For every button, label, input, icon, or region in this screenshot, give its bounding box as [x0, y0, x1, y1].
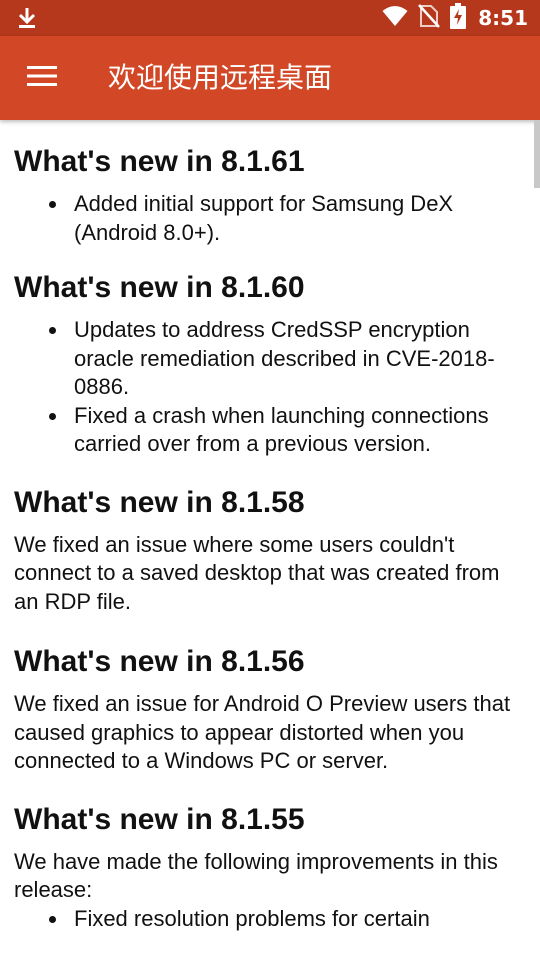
release-notes-list: Fixed resolution problems for certain — [0, 905, 540, 934]
status-time: 8:51 — [478, 6, 528, 30]
release-section: What's new in 8.1.61 Added initial suppo… — [0, 120, 540, 247]
release-notes-list: Updates to address CredSSP encryption or… — [0, 316, 540, 459]
bullet-icon — [49, 201, 56, 208]
release-section: What's new in 8.1.55 We have made the fo… — [0, 776, 540, 934]
release-heading: What's new in 8.1.58 — [14, 485, 305, 519]
app-title: 欢迎使用远程桌面 — [108, 61, 333, 94]
list-item: Added initial support for Samsung DeX (A… — [49, 190, 520, 247]
status-bar: 8:51 — [0, 0, 540, 36]
app-bar: 欢迎使用远程桌面 — [0, 36, 540, 120]
no-sim-icon — [418, 4, 441, 32]
release-heading: What's new in 8.1.60 — [14, 271, 305, 304]
battery-charging-icon — [450, 3, 467, 33]
list-item-text: Added initial support for Samsung DeX (A… — [74, 191, 454, 245]
menu-button[interactable] — [18, 56, 66, 100]
list-item: Fixed a crash when launching connections… — [49, 402, 520, 459]
bullet-icon — [49, 412, 56, 420]
whats-new-content[interactable]: What's new in 8.1.61 Added initial suppo… — [0, 120, 540, 960]
release-heading: What's new in 8.1.61 — [14, 145, 305, 178]
menu-icon — [27, 65, 57, 91]
release-heading: What's new in 8.1.56 — [14, 645, 305, 678]
list-item-text: Fixed resolution problems for certain — [74, 905, 430, 931]
list-item: Fixed resolution problems for certain — [49, 905, 520, 934]
release-notes-list: Added initial support for Samsung DeX (A… — [0, 190, 540, 247]
list-item: Updates to address CredSSP encryption or… — [49, 316, 520, 402]
list-item-text: Fixed a crash when launching connections… — [74, 402, 489, 457]
release-section: What's new in 8.1.60 Updates to address … — [0, 247, 540, 459]
bullet-icon — [49, 327, 56, 334]
release-note-paragraph: We have made the following improvements … — [14, 848, 498, 903]
release-section: What's new in 8.1.56 We fixed an issue f… — [0, 616, 540, 776]
bullet-icon — [49, 915, 56, 923]
wifi-icon — [382, 5, 408, 31]
release-note-paragraph: We fixed an issue for Android O Preview … — [14, 691, 511, 773]
release-section: What's new in 8.1.58 We fixed an issue w… — [0, 459, 540, 617]
scrollbar[interactable] — [534, 120, 540, 188]
download-icon — [16, 6, 38, 30]
release-heading: What's new in 8.1.55 — [14, 802, 305, 836]
release-note-paragraph: We fixed an issue where some users could… — [14, 531, 500, 614]
list-item-text: Updates to address CredSSP encryption or… — [74, 317, 495, 399]
